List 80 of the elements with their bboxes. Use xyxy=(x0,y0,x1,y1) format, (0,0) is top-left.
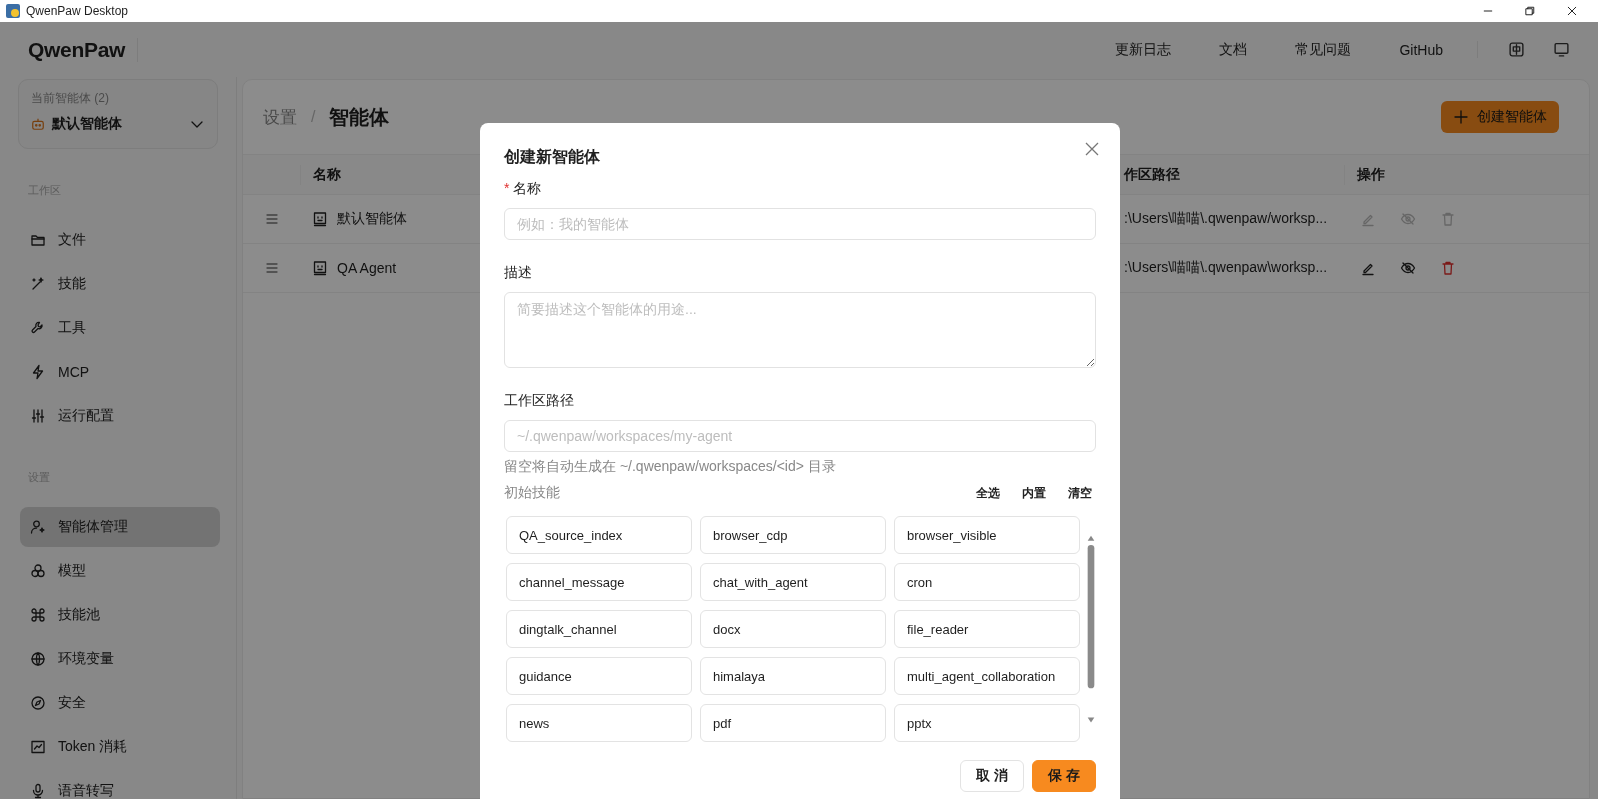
sidebar-item[interactable]: 技能池 xyxy=(20,595,220,635)
sidebar-item[interactable]: 安全 xyxy=(20,683,220,723)
command-icon xyxy=(30,607,46,623)
wrench-icon xyxy=(30,320,46,336)
sidebar-item[interactable]: 工具 xyxy=(20,308,220,348)
globe-icon xyxy=(30,651,46,667)
nav-link[interactable]: 常见问题 xyxy=(1295,40,1352,59)
sidebar-item[interactable]: 智能体管理 xyxy=(20,507,220,547)
model-icon xyxy=(30,563,46,579)
lightning-icon xyxy=(30,364,46,380)
chart-icon xyxy=(30,739,46,755)
table-cell-text: :\Users\喵喵\.qwenpaw/worksp... xyxy=(1124,210,1329,228)
help-text: 留空将自动生成在 ~/.qwenpaw/workspaces/<id> 目录 xyxy=(504,458,837,476)
trash-icon xyxy=(1440,260,1456,276)
sidebar-item[interactable]: 文件 xyxy=(20,220,220,260)
skills-label: 初始技能 xyxy=(504,484,560,502)
skill-option[interactable]: channel_message xyxy=(506,563,692,601)
cancel-button[interactable]: 取 消 xyxy=(960,760,1025,792)
sidebar-item[interactable]: Token 消耗 xyxy=(20,727,220,767)
page-title: 智能体 xyxy=(329,104,390,130)
skill-option[interactable]: chat_with_agent xyxy=(700,563,886,601)
skill-option[interactable]: multi_agent_collaboration xyxy=(894,657,1080,695)
close-icon xyxy=(1566,5,1578,17)
description-field[interactable]: 简要描述这个智能体的用途... xyxy=(504,292,1096,368)
skill-option[interactable]: file_reader xyxy=(894,610,1080,648)
skill-action-button[interactable]: 清空 xyxy=(1068,484,1092,502)
sidebar-item[interactable]: 模型 xyxy=(20,551,220,591)
table-cell-text: :\Users\喵喵\.qwenpaw\worksp... xyxy=(1124,259,1329,277)
logo: QwenPaw xyxy=(28,37,139,62)
wand-icon xyxy=(30,276,46,292)
table-cell: 默认智能体 xyxy=(337,210,407,228)
sidebar-item[interactable]: 环境变量 xyxy=(20,639,220,679)
eye-off-icon xyxy=(1400,260,1416,276)
nav-link[interactable]: 更新日志 xyxy=(1115,40,1172,59)
language-icon xyxy=(1508,41,1525,58)
window-title: QwenPaw Desktop xyxy=(26,4,130,18)
compass-icon xyxy=(30,695,46,711)
user-star-icon xyxy=(30,519,46,535)
skill-option[interactable]: dingtalk_channel xyxy=(506,610,692,648)
skill-option[interactable]: browser_visible xyxy=(894,516,1080,554)
nav-link[interactable]: 文档 xyxy=(1219,40,1248,59)
skill-option[interactable]: himalaya xyxy=(700,657,886,695)
skill-option[interactable]: docx xyxy=(700,610,886,648)
skill-option[interactable]: pptx xyxy=(894,704,1080,742)
sidebar-item[interactable]: MCP xyxy=(20,352,220,392)
folder-icon xyxy=(30,232,46,248)
field-label: 工作区路径 xyxy=(504,392,574,410)
skill-option[interactable]: QA_source_index xyxy=(506,516,692,554)
input-field[interactable]: 例如：我的智能体 xyxy=(504,208,1096,240)
sliders-icon xyxy=(30,408,46,424)
nav-link[interactable]: GitHub xyxy=(1399,41,1443,58)
column-header: 作区路径 xyxy=(1124,164,1181,184)
sidebar-item[interactable]: 语音转写 xyxy=(20,771,220,799)
plus-icon xyxy=(1453,109,1469,125)
column-header: 操作 xyxy=(1344,164,1589,185)
restore-icon xyxy=(1524,5,1536,17)
app-icon xyxy=(6,4,20,18)
agent-face-icon xyxy=(312,260,328,276)
eye-off-icon xyxy=(1400,211,1416,227)
agent-name: 默认智能体 xyxy=(52,115,123,133)
sidebar-item[interactable]: 运行配置 xyxy=(20,396,220,436)
microphone-icon xyxy=(30,783,46,799)
robot-icon xyxy=(31,117,45,131)
sidebar-item[interactable]: 技能 xyxy=(20,264,220,304)
breadcrumb-separator: / xyxy=(311,108,316,126)
agent-face-icon xyxy=(312,211,328,227)
skill-option[interactable]: pdf xyxy=(700,704,886,742)
save-button[interactable]: 保 存 xyxy=(1032,760,1096,792)
dialog-title: 创建新智能体 xyxy=(504,147,600,167)
skill-option[interactable]: news xyxy=(506,704,692,742)
skill-option[interactable]: guidance xyxy=(506,657,692,695)
monitor-icon xyxy=(1553,41,1570,58)
table-cell: QA Agent xyxy=(337,260,397,276)
skill-option[interactable]: cron xyxy=(894,563,1080,601)
skill-action-button[interactable]: 内置 xyxy=(1022,484,1046,502)
skill-option[interactable]: browser_cdp xyxy=(700,516,886,554)
field-label: 描述 xyxy=(504,264,532,282)
trash-icon xyxy=(1440,211,1456,227)
skill-action-button[interactable]: 全选 xyxy=(976,484,1000,502)
input-field[interactable]: ~/.qwenpaw/workspaces/my-agent xyxy=(504,420,1096,452)
